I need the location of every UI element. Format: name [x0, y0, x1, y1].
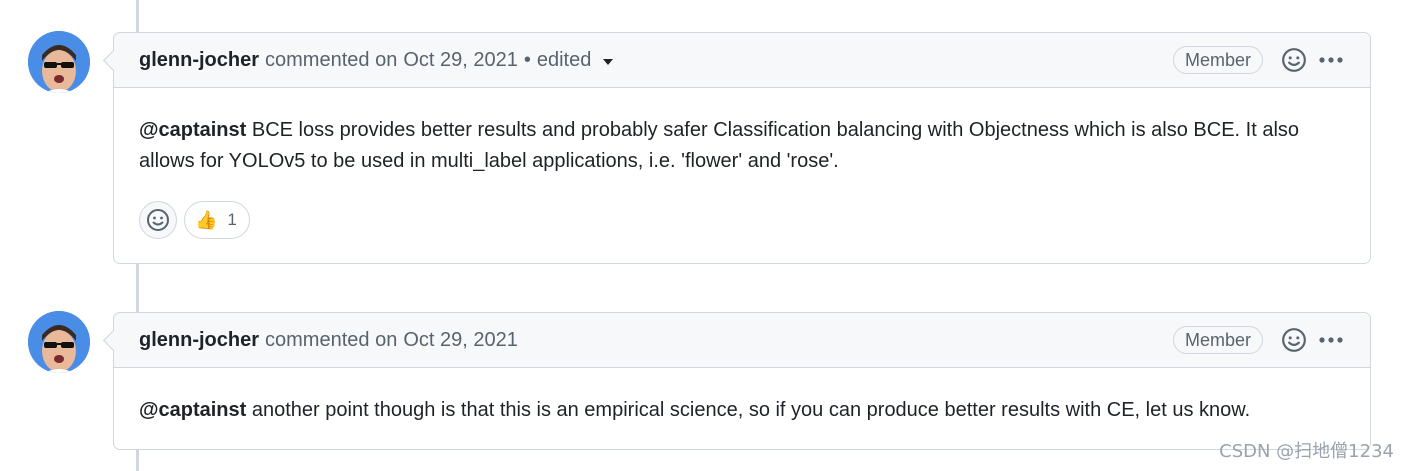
comment-body: @captainst BCE loss provides better resu…: [114, 88, 1370, 177]
smiley-icon[interactable]: [1281, 47, 1307, 73]
triangle-down-icon: [603, 58, 614, 65]
watermark: CSDN @扫地僧1234: [1219, 441, 1394, 462]
comment-text: BCE loss provides better results and pro…: [246, 119, 1300, 141]
separator-dot: •: [523, 48, 531, 71]
comment-date-link[interactable]: Oct 29, 2021: [403, 329, 518, 352]
add-reaction-button[interactable]: [139, 201, 177, 239]
kebab-horizontal-icon[interactable]: [1318, 56, 1344, 64]
avatar[interactable]: [28, 31, 90, 93]
comment-text: another point though is that this is an …: [246, 399, 1251, 421]
comment-author-link[interactable]: glenn-jocher: [139, 49, 259, 72]
smiley-icon: [147, 209, 169, 231]
comment-header: glenn-jocher commented on Oct 29, 2021 M…: [114, 313, 1370, 368]
comment-author-link[interactable]: glenn-jocher: [139, 329, 259, 352]
comment-body: @captainst another point though is that …: [114, 368, 1370, 426]
avatar[interactable]: [28, 311, 90, 373]
comment-card: glenn-jocher commented on Oct 29, 2021 •…: [113, 32, 1371, 264]
smiley-icon[interactable]: [1281, 327, 1307, 353]
member-badge: Member: [1172, 46, 1263, 74]
user-mention-link[interactable]: @captainst: [139, 119, 246, 141]
comment-action-text: commented on: [265, 48, 398, 71]
comment-header: glenn-jocher commented on Oct 29, 2021 •…: [114, 33, 1370, 88]
reactions-bar: 👍 1: [114, 177, 1370, 263]
thumbs-up-reaction-button[interactable]: 👍 1: [184, 201, 250, 239]
thumbs-up-icon: 👍: [195, 209, 218, 230]
comment-action-text: commented on: [265, 328, 398, 351]
member-badge: Member: [1172, 326, 1263, 354]
user-mention-link[interactable]: @captainst: [139, 399, 246, 421]
comment-date-link[interactable]: Oct 29, 2021: [403, 49, 518, 72]
comment-card: glenn-jocher commented on Oct 29, 2021 M…: [113, 312, 1371, 450]
comment-text: allows for YOLOv5 to be used in multi_la…: [139, 150, 839, 172]
edited-label: edited: [536, 48, 592, 71]
edited-dropdown[interactable]: edited: [537, 49, 614, 72]
kebab-horizontal-icon[interactable]: [1318, 336, 1344, 344]
reaction-count: 1: [227, 210, 237, 229]
